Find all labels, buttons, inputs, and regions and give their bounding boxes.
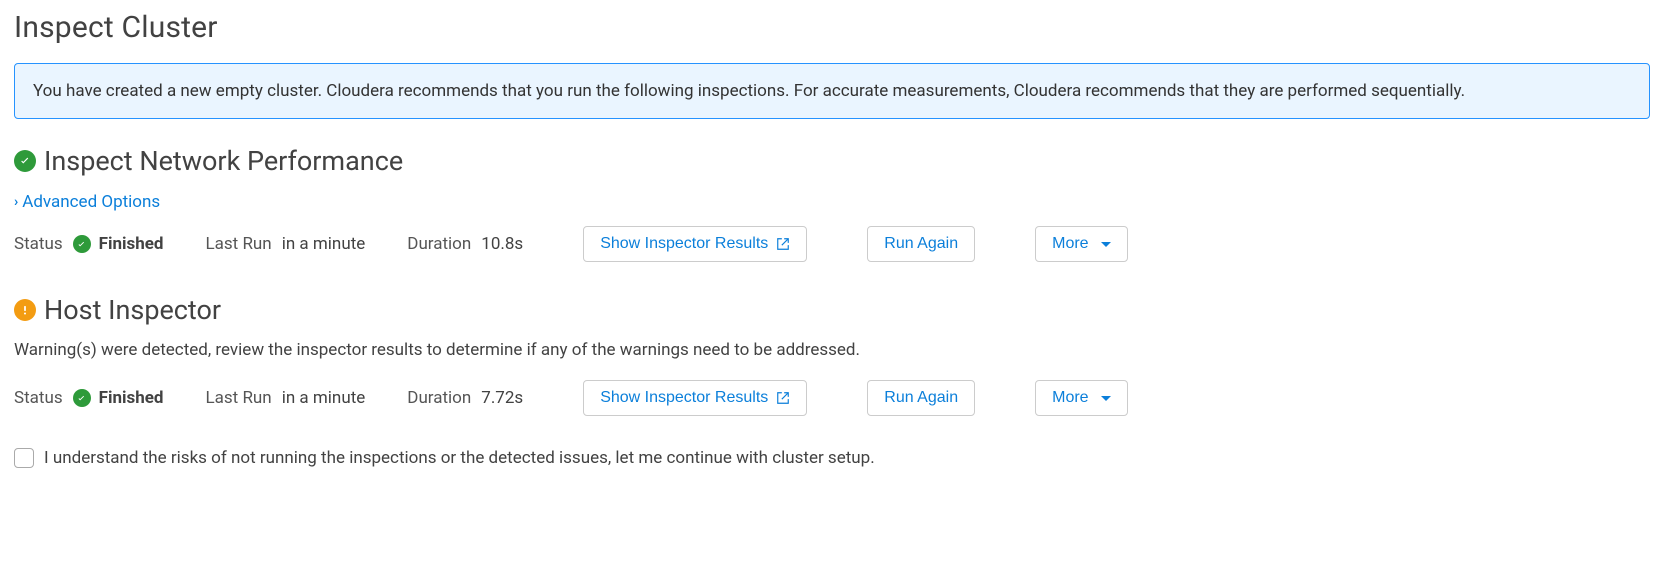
run-again-button[interactable]: Run Again: [867, 226, 975, 262]
host-section-title: Host Inspector: [44, 294, 221, 326]
network-section-header: Inspect Network Performance: [14, 145, 1650, 177]
duration-label: Duration: [407, 234, 471, 254]
host-status-value: Finished: [99, 388, 164, 408]
show-results-label: Show Inspector Results: [600, 235, 768, 253]
more-button[interactable]: More: [1035, 226, 1127, 262]
more-button[interactable]: More: [1035, 380, 1127, 416]
network-status-value: Finished: [99, 234, 164, 254]
network-duration-value: 10.8s: [481, 234, 523, 254]
more-label: More: [1052, 389, 1088, 407]
more-label: More: [1052, 235, 1088, 253]
host-last-run-value: in a minute: [282, 388, 366, 408]
run-again-button[interactable]: Run Again: [867, 380, 975, 416]
host-duration-value: 7.72s: [481, 388, 523, 408]
external-link-icon: [776, 237, 790, 251]
run-again-label: Run Again: [884, 389, 958, 407]
network-section: Inspect Network Performance › Advanced O…: [14, 145, 1650, 262]
duration-label: Duration: [407, 388, 471, 408]
acknowledge-label: I understand the risks of not running th…: [44, 448, 875, 468]
advanced-options-label: Advanced Options: [22, 192, 160, 212]
last-run-label: Last Run: [205, 388, 271, 408]
info-banner: You have created a new empty cluster. Cl…: [14, 63, 1650, 119]
network-last-run-value: in a minute: [282, 234, 366, 254]
check-circle-icon: [73, 389, 91, 407]
network-section-title: Inspect Network Performance: [44, 145, 403, 177]
last-run-label: Last Run: [205, 234, 271, 254]
host-section: Host Inspector Warning(s) were detected,…: [14, 294, 1650, 416]
host-section-description: Warning(s) were detected, review the ins…: [14, 340, 1650, 360]
status-label: Status: [14, 234, 63, 254]
run-again-label: Run Again: [884, 235, 958, 253]
check-circle-icon: [73, 235, 91, 253]
acknowledge-row: I understand the risks of not running th…: [14, 448, 1650, 468]
host-section-header: Host Inspector: [14, 294, 1650, 326]
caret-down-icon: [1101, 242, 1111, 247]
external-link-icon: [776, 391, 790, 405]
host-status-row: Status Finished Last Run in a minute Dur…: [14, 380, 1650, 416]
acknowledge-checkbox[interactable]: [14, 448, 34, 468]
show-inspector-results-button[interactable]: Show Inspector Results: [583, 226, 807, 262]
status-label: Status: [14, 388, 63, 408]
exclamation-circle-icon: [14, 299, 36, 321]
caret-down-icon: [1101, 396, 1111, 401]
chevron-right-icon: ›: [14, 194, 18, 210]
page-title: Inspect Cluster: [14, 10, 1650, 45]
network-status-row: Status Finished Last Run in a minute Dur…: [14, 226, 1650, 262]
check-circle-icon: [14, 150, 36, 172]
advanced-options-link[interactable]: › Advanced Options: [14, 192, 160, 212]
show-results-label: Show Inspector Results: [600, 389, 768, 407]
show-inspector-results-button[interactable]: Show Inspector Results: [583, 380, 807, 416]
